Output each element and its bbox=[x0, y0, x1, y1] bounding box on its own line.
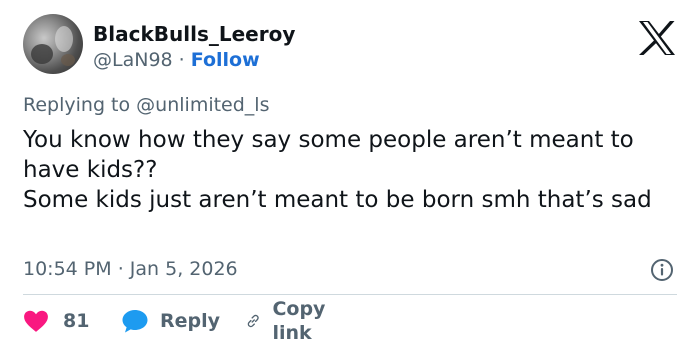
tweet-line: You know how they say some people aren’t… bbox=[23, 127, 634, 183]
reply-bubble-icon bbox=[122, 310, 148, 333]
timestamp-separator: · bbox=[117, 258, 124, 280]
divider bbox=[23, 294, 677, 295]
avatar-highlight bbox=[55, 26, 73, 52]
tweet-time: 10:54 PM bbox=[23, 258, 112, 280]
replying-to: Replying to @unlimited_ls bbox=[23, 93, 269, 117]
heart-icon bbox=[24, 310, 48, 332]
reply-button[interactable]: Reply bbox=[121, 307, 220, 335]
replying-prefix: Replying to bbox=[23, 94, 131, 116]
timestamp[interactable]: 10:54 PM · Jan 5, 2026 bbox=[23, 257, 238, 281]
follow-button[interactable]: Follow bbox=[191, 49, 260, 71]
like-button[interactable]: 81 bbox=[23, 307, 89, 335]
handle-separator: · bbox=[178, 49, 185, 71]
copy-link-button[interactable]: Copy link bbox=[245, 298, 335, 344]
handle-row: @LaN98 · Follow bbox=[93, 48, 260, 72]
avatar[interactable] bbox=[23, 14, 83, 74]
display-name[interactable]: BlackBulls_Leeroy bbox=[93, 22, 295, 46]
link-icon bbox=[247, 314, 259, 328]
reply-mention-link[interactable]: @unlimited_ls bbox=[136, 94, 269, 116]
tweet-text: You know how they say some people aren’t… bbox=[23, 125, 683, 215]
like-count: 81 bbox=[63, 310, 90, 332]
tweet-line: Some kids just aren’t meant to be born s… bbox=[23, 187, 652, 213]
tweet-date: Jan 5, 2026 bbox=[129, 258, 238, 280]
avatar-detail bbox=[61, 54, 75, 66]
info-icon[interactable] bbox=[650, 258, 674, 282]
reply-label: Reply bbox=[160, 310, 221, 332]
avatar-shade bbox=[31, 44, 53, 64]
copy-link-label: Copy link bbox=[272, 298, 326, 344]
x-logo-icon[interactable] bbox=[637, 20, 677, 56]
user-handle[interactable]: @LaN98 bbox=[93, 49, 173, 71]
